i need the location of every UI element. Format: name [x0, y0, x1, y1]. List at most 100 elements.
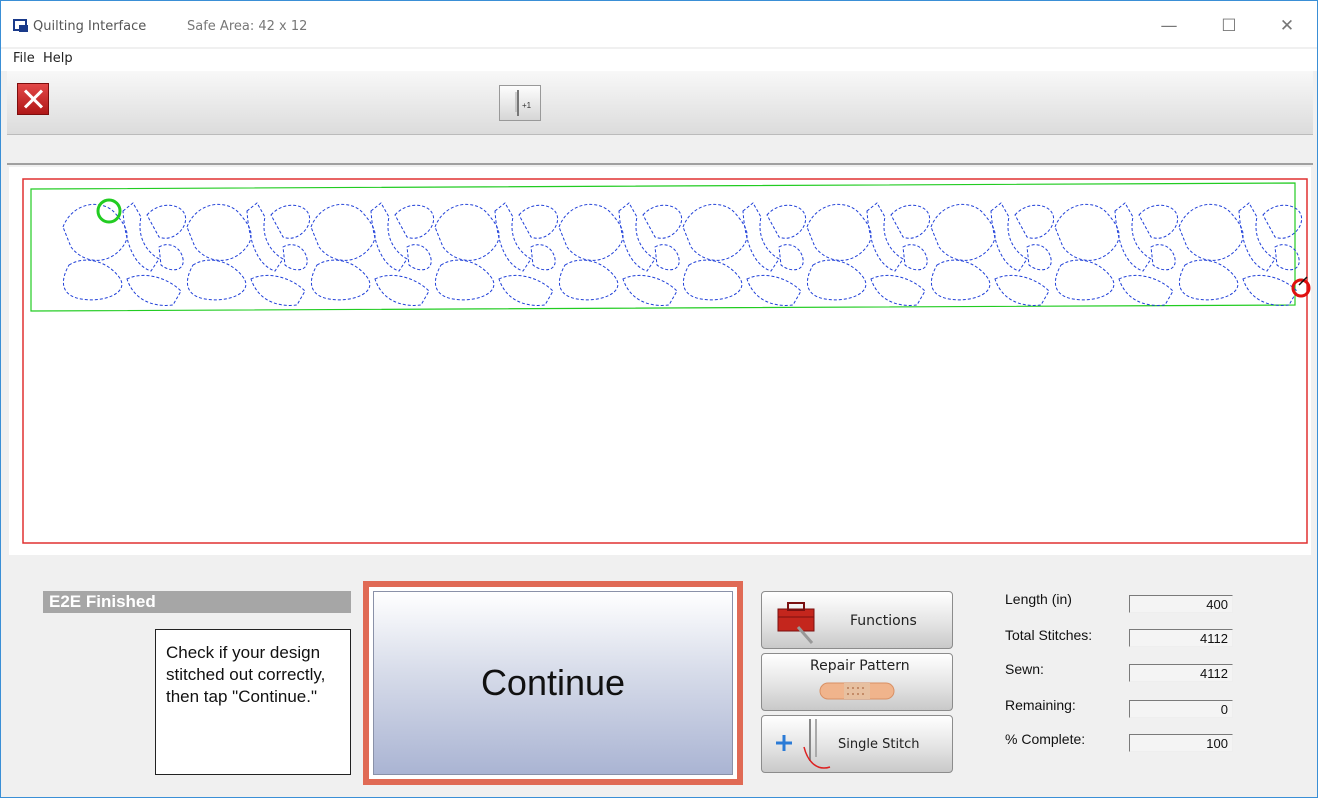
stitch-motif-1-2	[270, 204, 311, 239]
stitch-motif-4-0	[558, 204, 624, 261]
stitch-motif-3-5	[530, 244, 556, 271]
stat-label-percent-complete: % Complete:	[1005, 731, 1086, 747]
stitch-motif-1-4	[250, 275, 306, 306]
stitch-motif-8-4	[1118, 275, 1174, 306]
title-bar[interactable]: Quilting Interface Safe Area: 42 x 12 — …	[1, 1, 1317, 47]
stitch-motif-0-5	[158, 244, 184, 271]
stitch-motif-6-5	[902, 244, 928, 271]
pattern-bounds	[30, 182, 1296, 312]
stitch-motif-2-4	[374, 275, 430, 306]
stitch-motif-8-3	[1054, 259, 1115, 301]
stitch-motif-8-5	[1150, 244, 1176, 271]
functions-button[interactable]: Functions	[761, 591, 953, 649]
stitch-motif-3-3	[434, 259, 495, 301]
stitch-motif-2-5	[406, 244, 432, 271]
stitch-motif-8-2	[1138, 204, 1179, 239]
stat-value-remaining: 0	[1129, 700, 1233, 718]
stitch-motif-1-3	[186, 259, 247, 301]
continue-frame: Continue	[363, 581, 743, 785]
stitch-motif-6-4	[870, 275, 926, 306]
minimize-button[interactable]: —	[1149, 11, 1189, 41]
stitch-motif-2-2	[394, 204, 435, 239]
needle-plus-one-icon: +1	[515, 90, 532, 116]
stitch-motif-3-4	[498, 275, 554, 306]
stitch-motif-2-0	[310, 204, 376, 261]
stitch-motif-3-0	[434, 204, 500, 261]
stitch-motif-4-4	[622, 275, 678, 306]
bandage-icon	[819, 682, 895, 700]
stitch-motif-0-2	[146, 204, 187, 239]
stat-label-sewn: Sewn:	[1005, 661, 1044, 677]
stitch-motif-4-1	[618, 202, 656, 272]
stat-value-percent-complete: 100	[1129, 734, 1233, 752]
functions-label: Functions	[850, 613, 917, 629]
stat-value-total-stitches: 4112	[1129, 629, 1233, 647]
repair-pattern-button[interactable]: Repair Pattern	[761, 653, 953, 711]
stitch-motif-1-5	[282, 244, 308, 271]
stitch-motif-5-3	[682, 259, 743, 301]
stitch-motif-6-3	[806, 259, 867, 301]
safe-area-label: Safe Area: 42 x 12	[187, 19, 308, 34]
quilt-preview	[22, 178, 1311, 544]
close-window-button[interactable]: ✕	[1267, 11, 1307, 41]
stitch-motif-5-2	[766, 204, 807, 239]
quilt-canvas[interactable]	[9, 167, 1311, 555]
stitch-motif-4-2	[642, 204, 683, 239]
stitch-motif-8-1	[1114, 202, 1152, 272]
stitch-motif-3-1	[494, 202, 532, 272]
bottom-panel: E2E Finished Check if your design stitch…	[7, 557, 1313, 795]
stitch-motif-8-0	[1054, 204, 1120, 261]
stitch-motif-7-2	[1014, 204, 1055, 239]
stitch-motif-9-2	[1262, 204, 1303, 239]
safe-area-border	[22, 178, 1308, 544]
menu-bar: File Help	[1, 49, 1317, 71]
stitch-motif-5-4	[746, 275, 802, 306]
stitch-motif-1-0	[186, 204, 252, 261]
window-title: Quilting Interface	[33, 19, 147, 34]
maximize-button[interactable]: ☐	[1209, 11, 1249, 41]
stitch-motif-9-3	[1178, 259, 1239, 301]
stitch-motif-1-1	[246, 202, 284, 272]
toolbox-icon	[777, 602, 815, 644]
stitch-motif-0-1	[122, 202, 160, 272]
toolbar: +1	[7, 71, 1313, 135]
stat-value-sewn: 4112	[1129, 664, 1233, 682]
stitch-pattern	[62, 202, 1303, 306]
continue-button[interactable]: Continue	[373, 591, 733, 775]
single-stitch-label: Single Stitch	[838, 737, 920, 752]
exit-button[interactable]	[17, 83, 49, 115]
single-stitch-button[interactable]: Single Stitch	[761, 715, 953, 773]
app-icon	[13, 19, 28, 32]
stat-label-length: Length (in)	[1005, 591, 1072, 607]
stitch-motif-5-5	[778, 244, 804, 271]
stitch-motif-7-4	[994, 275, 1050, 306]
repair-pattern-label: Repair Pattern	[810, 658, 910, 674]
stitch-motif-2-1	[370, 202, 408, 272]
stat-value-length: 400	[1129, 595, 1233, 613]
stitch-motif-4-5	[654, 244, 680, 271]
menu-help[interactable]: Help	[43, 51, 73, 66]
stat-label-total-stitches: Total Stitches:	[1005, 627, 1093, 643]
stitch-motif-0-0	[62, 204, 128, 261]
stitch-motif-7-1	[990, 202, 1028, 272]
stitch-motif-7-5	[1026, 244, 1052, 271]
toolbar-spacer	[7, 135, 1313, 165]
stitch-motif-5-1	[742, 202, 780, 272]
status-message: Check if your design stitched out correc…	[155, 629, 351, 775]
stitch-motif-9-4	[1242, 275, 1298, 306]
stitch-motif-9-0	[1178, 204, 1244, 261]
stitch-motif-5-0	[682, 204, 748, 261]
needle-advance-button[interactable]: +1	[499, 85, 541, 121]
needle-thread-icon	[776, 719, 831, 769]
stitch-motif-0-3	[62, 259, 123, 301]
stitch-motif-7-3	[930, 259, 991, 301]
stitch-motif-0-4	[126, 275, 182, 306]
needle-badge: +1	[522, 101, 532, 110]
app-window: Quilting Interface Safe Area: 42 x 12 — …	[0, 0, 1318, 798]
stitch-motif-7-0	[930, 204, 996, 261]
stitch-motif-3-2	[518, 204, 559, 239]
stitch-motif-4-3	[558, 259, 619, 301]
menu-file[interactable]: File	[13, 51, 35, 66]
status-title: E2E Finished	[43, 591, 351, 613]
stitch-motif-6-0	[806, 204, 872, 261]
